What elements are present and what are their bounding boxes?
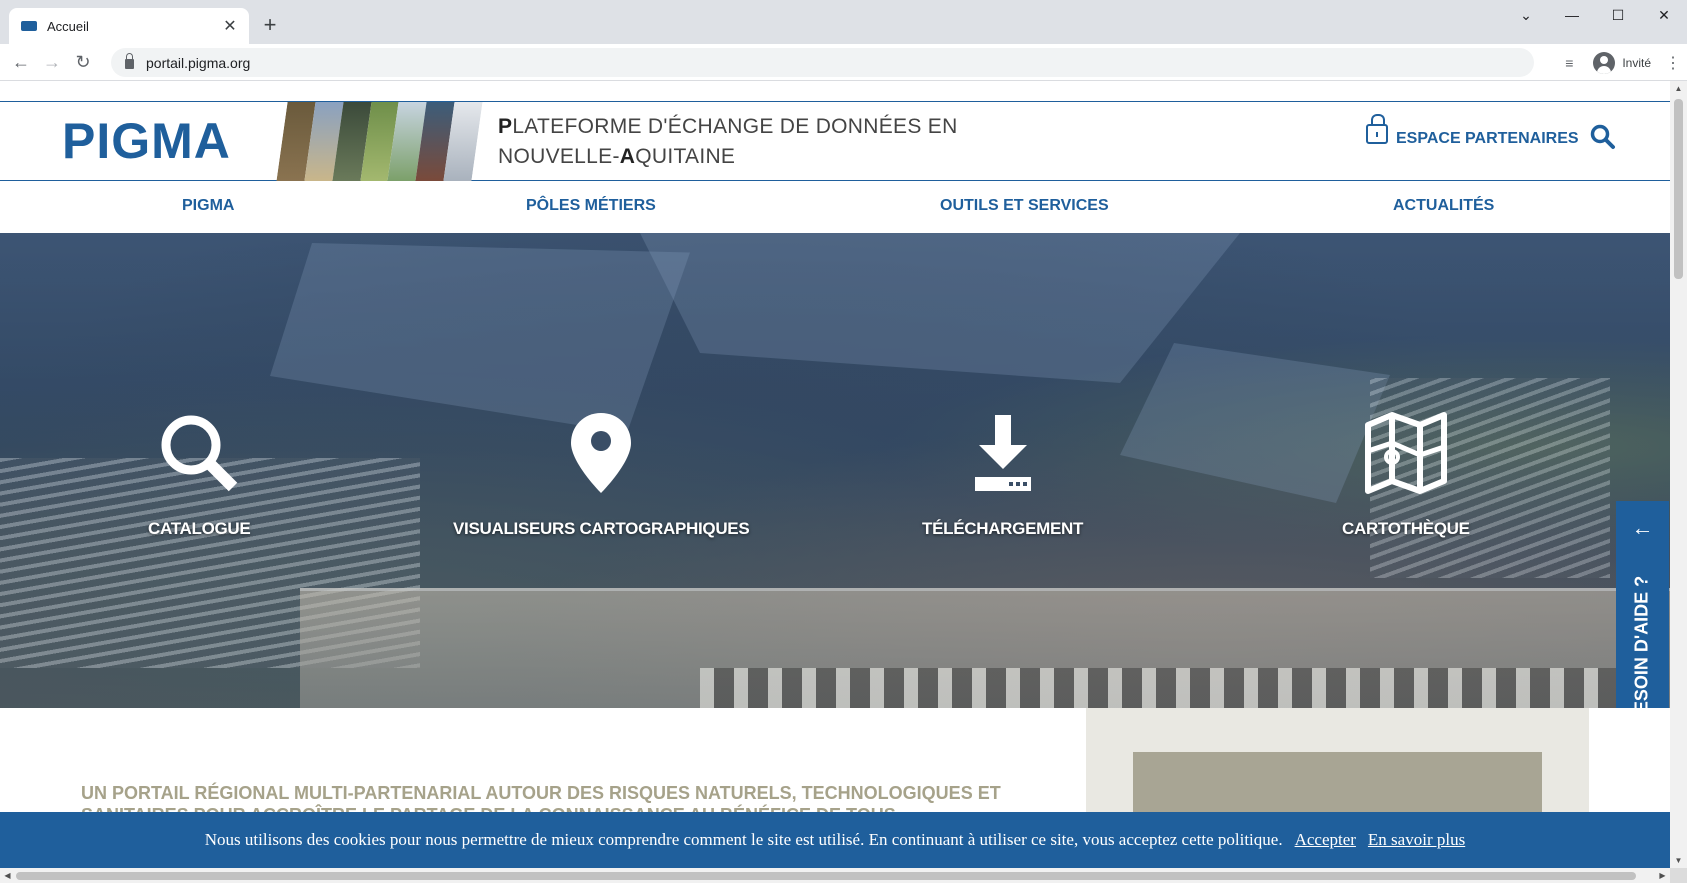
- partners-link[interactable]: ESPACE PARTENAIRES: [1366, 110, 1579, 148]
- telechargement-label: TÉLÉCHARGEMENT: [922, 519, 1084, 538]
- pigma-logo[interactable]: PIGMA: [62, 112, 231, 170]
- avatar-icon: [1593, 51, 1616, 74]
- horizontal-scrollbar[interactable]: ◀ ▶: [0, 868, 1670, 883]
- scrollbar-corner: [1670, 868, 1687, 883]
- vertical-scroll-thumb[interactable]: [1674, 99, 1683, 279]
- hero-background-facet: [640, 233, 1240, 383]
- page-viewport: PIGMA PLATEFORME D'ÉCHANGE DE DONNÉES EN…: [0, 81, 1670, 868]
- tab-search-icon[interactable]: ⌄: [1503, 0, 1549, 30]
- forward-icon[interactable]: →: [38, 48, 66, 76]
- scroll-up-icon[interactable]: ▲: [1670, 84, 1687, 93]
- cookie-accept-link[interactable]: Accepter: [1295, 830, 1356, 850]
- cookie-text: Nous utilisons des cookies pour nous per…: [204, 830, 1283, 849]
- browser-tabstrip: Accueil ✕ + ⌄ — ☐ ✕: [0, 0, 1687, 44]
- scroll-left-icon[interactable]: ◀: [0, 868, 15, 883]
- reload-icon[interactable]: ↻: [69, 48, 97, 76]
- cookie-learn-more-link[interactable]: En savoir plus: [1368, 830, 1465, 850]
- visualiseurs-link[interactable]: VISUALISEURS CARTOGRAPHIQUES: [453, 411, 750, 539]
- tab-title: Accueil: [47, 18, 89, 34]
- nav-item-poles-metiers[interactable]: PÔLES MÉTIERS: [526, 197, 656, 215]
- url-text[interactable]: portail.pigma.org: [146, 55, 250, 71]
- back-icon[interactable]: ←: [7, 48, 35, 76]
- site-header: PIGMA PLATEFORME D'ÉCHANGE DE DONNÉES EN…: [0, 101, 1670, 181]
- browser-menu-icon[interactable]: ⋮: [1659, 53, 1687, 73]
- download-icon: [971, 411, 1035, 495]
- reading-list-icon[interactable]: ≡: [1555, 55, 1583, 71]
- logo-photo-strip: [276, 102, 483, 181]
- hero-background-pillars: [700, 668, 1630, 708]
- cartotheque-link[interactable]: CARTOTHÈQUE: [1342, 411, 1470, 539]
- hero-background-facet: [270, 243, 690, 433]
- maximize-icon[interactable]: ☐: [1595, 0, 1641, 30]
- visualiseurs-label: VISUALISEURS CARTOGRAPHIQUES: [453, 519, 750, 538]
- vertical-scrollbar[interactable]: ▲ ▼: [1670, 81, 1687, 868]
- new-tab-icon[interactable]: +: [258, 12, 282, 38]
- profile-label: Invité: [1622, 55, 1651, 70]
- site-tagline: PLATEFORME D'ÉCHANGE DE DONNÉES EN NOUVE…: [498, 115, 958, 168]
- cartotheque-label: CARTOTHÈQUE: [1342, 519, 1470, 538]
- map-pin-icon: [569, 411, 633, 495]
- nav-item-actualites[interactable]: ACTUALITÉS: [1393, 197, 1494, 215]
- telechargement-link[interactable]: TÉLÉCHARGEMENT: [922, 411, 1083, 539]
- profile-button[interactable]: Invité: [1589, 49, 1659, 77]
- magnifier-icon: [157, 411, 241, 495]
- lock-icon[interactable]: [125, 53, 134, 69]
- help-tab[interactable]: ← BESOIN D'AIDE ?: [1616, 501, 1669, 708]
- scroll-right-icon[interactable]: ▶: [1655, 868, 1670, 883]
- close-tab-icon[interactable]: ✕: [221, 16, 239, 36]
- main-nav: PIGMA PÔLES MÉTIERS OUTILS ET SERVICES A…: [0, 181, 1670, 233]
- folded-map-icon: [1364, 411, 1448, 495]
- pigma-favicon-icon: [21, 21, 37, 31]
- catalogue-link[interactable]: CATALOGUE: [148, 411, 251, 539]
- address-bar[interactable]: portail.pigma.org: [111, 48, 1534, 77]
- hero-banner: CATALOGUE VISUALISEURS CARTOGRAPHIQUES T…: [0, 233, 1670, 708]
- catalogue-label: CATALOGUE: [148, 519, 251, 538]
- cookie-banner: Nous utilisons des cookies pour nous per…: [0, 812, 1670, 868]
- nav-item-outils-services[interactable]: OUTILS ET SERVICES: [940, 197, 1109, 215]
- minimize-icon[interactable]: —: [1549, 0, 1595, 30]
- horizontal-scroll-thumb[interactable]: [16, 872, 1636, 880]
- padlock-icon: [1366, 114, 1388, 144]
- browser-tab[interactable]: Accueil ✕: [9, 8, 249, 44]
- help-label: BESOIN D'AIDE ?: [1631, 575, 1652, 708]
- nav-item-pigma[interactable]: PIGMA: [182, 197, 234, 215]
- scroll-down-icon[interactable]: ▼: [1670, 856, 1687, 865]
- close-window-icon[interactable]: ✕: [1641, 0, 1687, 30]
- browser-toolbar: ← → ↻ portail.pigma.org ≡ Invité ⋮: [0, 44, 1687, 81]
- search-icon[interactable]: [1590, 124, 1616, 150]
- partners-label: ESPACE PARTENAIRES: [1396, 130, 1579, 147]
- arrow-left-icon[interactable]: ←: [1616, 515, 1669, 541]
- window-controls: ⌄ — ☐ ✕: [1503, 0, 1687, 30]
